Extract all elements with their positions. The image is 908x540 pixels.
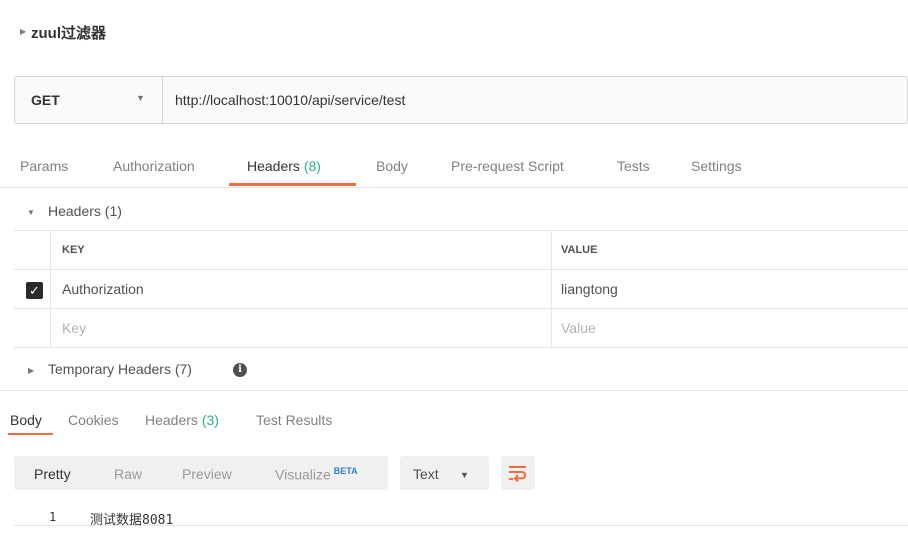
tab-tests[interactable]: Tests bbox=[617, 158, 650, 174]
pretty-button[interactable]: Pretty bbox=[34, 466, 71, 482]
tab-pre-request-script[interactable]: Pre-request Script bbox=[451, 158, 564, 174]
response-format-label: Text bbox=[413, 466, 439, 482]
request-tabs: Params Authorization Headers (8) Body Pr… bbox=[0, 148, 908, 188]
request-title[interactable]: zuul过滤器 bbox=[31, 22, 106, 43]
header-enabled-checkbox[interactable]: ✓ bbox=[26, 282, 43, 299]
url-bar: GET ▼ http://localhost:10010/api/service… bbox=[14, 76, 908, 124]
response-tabs: Body Cookies Headers (3) Test Results bbox=[0, 391, 908, 435]
chevron-down-icon: ▼ bbox=[136, 93, 145, 103]
temporary-headers-label: Temporary Headers (7) bbox=[48, 361, 192, 377]
value-column-header: VALUE bbox=[561, 244, 598, 256]
headers-section-toggle[interactable]: ▼ Headers (1) bbox=[0, 196, 908, 230]
tab-headers-label: Headers bbox=[247, 158, 300, 174]
response-tab-test-results[interactable]: Test Results bbox=[256, 412, 332, 428]
headers-section-label: Headers (1) bbox=[48, 203, 122, 219]
response-format-select[interactable]: Text ▼ bbox=[400, 456, 489, 490]
visualize-button[interactable]: Visualize BETA bbox=[275, 466, 358, 483]
tab-headers[interactable]: Headers (8) bbox=[247, 158, 321, 174]
expand-caret-icon: ▶ bbox=[28, 366, 35, 375]
expand-caret-icon: ▼ bbox=[27, 208, 35, 217]
response-body-content: 测试数据8081 bbox=[90, 513, 174, 528]
wrap-lines-icon bbox=[509, 466, 527, 482]
header-key-field[interactable]: Authorization bbox=[51, 270, 552, 308]
request-title-bar: ▶ zuul过滤器 bbox=[0, 0, 908, 62]
tab-body[interactable]: Body bbox=[376, 158, 408, 174]
method-select[interactable]: GET ▼ bbox=[15, 77, 163, 123]
table-row-empty: Key Value bbox=[14, 309, 908, 348]
response-tab-headers[interactable]: Headers (3) bbox=[145, 412, 219, 428]
tab-headers-count: (8) bbox=[303, 158, 321, 174]
response-tab-body[interactable]: Body bbox=[10, 412, 42, 428]
url-input[interactable]: http://localhost:10010/api/service/test bbox=[163, 77, 907, 123]
info-icon[interactable]: i bbox=[233, 363, 247, 377]
response-tab-headers-label: Headers bbox=[145, 412, 198, 428]
wrap-lines-button[interactable] bbox=[501, 456, 535, 490]
visualize-label: Visualize bbox=[275, 466, 331, 483]
response-body-editor[interactable]: 1 测试数据8081 bbox=[14, 508, 908, 528]
headers-table: KEY VALUE ✓ Authorization liangtong Key … bbox=[14, 230, 908, 348]
beta-badge: BETA bbox=[333, 466, 358, 476]
raw-button[interactable]: Raw bbox=[114, 466, 142, 482]
tab-settings[interactable]: Settings bbox=[691, 158, 742, 174]
new-value-input[interactable]: Value bbox=[552, 309, 908, 347]
collapse-caret-icon[interactable]: ▶ bbox=[20, 27, 26, 36]
response-tab-cookies[interactable]: Cookies bbox=[68, 412, 119, 428]
table-header-row: KEY VALUE bbox=[14, 231, 908, 270]
chevron-down-icon: ▼ bbox=[460, 470, 469, 480]
line-number: 1 bbox=[49, 510, 57, 524]
temporary-headers-toggle[interactable]: ▶ Temporary Headers (7) i bbox=[0, 356, 908, 386]
active-response-tab-indicator bbox=[8, 433, 53, 435]
active-tab-indicator bbox=[229, 183, 356, 186]
header-value-field[interactable]: liangtong bbox=[552, 270, 908, 308]
response-view-toolbar: Pretty Raw Preview Visualize BETA bbox=[14, 456, 388, 490]
key-column-header: KEY bbox=[51, 231, 552, 269]
preview-button[interactable]: Preview bbox=[182, 466, 232, 482]
new-key-input[interactable]: Key bbox=[51, 309, 552, 347]
table-row: ✓ Authorization liangtong bbox=[14, 270, 908, 309]
tab-authorization[interactable]: Authorization bbox=[113, 158, 195, 174]
response-tab-headers-count: (3) bbox=[201, 412, 219, 428]
method-label: GET bbox=[31, 92, 60, 108]
tab-params[interactable]: Params bbox=[20, 158, 68, 174]
